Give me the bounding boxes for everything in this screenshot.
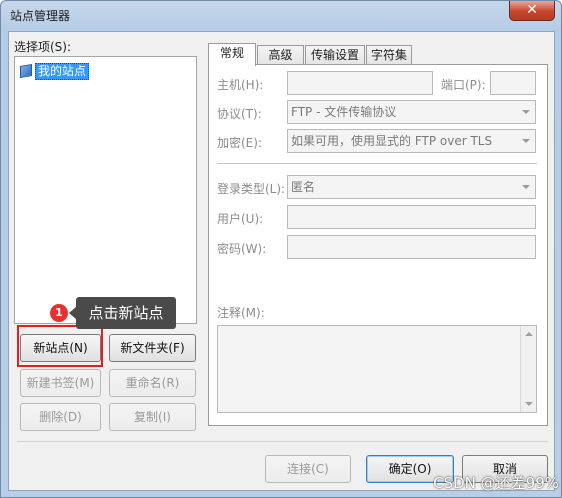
copy-button[interactable]: 复制(I)	[109, 403, 196, 431]
tree-item-label: 我的站点	[35, 62, 90, 80]
logon-type-label: 登录类型(L):	[217, 182, 286, 196]
password-label: 密码(W):	[217, 242, 267, 256]
scroll-down-icon[interactable]	[525, 402, 533, 406]
tab-transfer-settings[interactable]: 传输设置	[305, 45, 365, 65]
host-input[interactable]	[287, 71, 433, 95]
comment-textarea[interactable]	[217, 325, 537, 413]
footer-divider	[17, 441, 548, 442]
delete-button[interactable]: 删除(D)	[20, 403, 101, 431]
host-label: 主机(H):	[217, 78, 264, 92]
logon-type-select[interactable]: 匿名	[287, 175, 536, 199]
chevron-down-icon	[522, 185, 530, 189]
site-tree[interactable]: 我的站点	[14, 56, 197, 324]
close-button[interactable]: ✕	[509, 1, 555, 21]
comment-scrollbar[interactable]	[520, 326, 536, 412]
chevron-down-icon	[522, 139, 530, 143]
tab-general[interactable]: 常规	[208, 43, 256, 66]
protocol-select[interactable]: FTP - 文件传输协议	[287, 100, 536, 124]
section-divider	[217, 163, 537, 164]
port-input[interactable]	[490, 71, 536, 95]
rename-button[interactable]: 重命名(R)	[109, 369, 196, 397]
title-bar[interactable]: 站点管理器 ✕	[1, 1, 561, 31]
new-folder-button[interactable]: 新文件夹(F)	[109, 334, 196, 362]
user-input[interactable]	[287, 205, 536, 229]
watermark: CSDN @还差99%	[433, 474, 559, 492]
encryption-select[interactable]: 如果可用，使用显式的 FTP over TLS	[287, 129, 536, 153]
tab-advanced[interactable]: 高级	[257, 45, 304, 65]
tree-item-my-sites[interactable]: 我的站点	[20, 62, 90, 80]
new-site-highlight-box	[17, 325, 103, 367]
window-title: 站点管理器	[10, 9, 71, 23]
step-badge: 1	[50, 304, 68, 322]
protocol-value: FTP - 文件传输协议	[291, 105, 397, 119]
scroll-up-icon[interactable]	[525, 332, 533, 336]
general-tab-panel: 主机(H): 端口(P): 协议(T): FTP - 文件传输协议 加密(E):…	[208, 64, 548, 426]
site-manager-window: 站点管理器 ✕ 选择项(S): 我的站点 新站点(N) 新文件夹(F) 新建书签…	[0, 0, 562, 498]
password-input[interactable]	[287, 235, 536, 259]
encryption-value: 如果可用，使用显式的 FTP over TLS	[291, 134, 493, 148]
encryption-label: 加密(E):	[217, 136, 262, 150]
protocol-label: 协议(T):	[217, 107, 262, 121]
dialog-body: 选择项(S): 我的站点 新站点(N) 新文件夹(F) 新建书签(M) 重命名(…	[8, 31, 555, 491]
connect-button[interactable]: 连接(C)	[265, 455, 351, 483]
logon-type-value: 匿名	[291, 180, 316, 194]
annotation-callout: 点击新站点	[69, 297, 176, 329]
port-label: 端口(P):	[441, 78, 486, 92]
user-label: 用户(U):	[217, 212, 264, 226]
new-bookmark-button[interactable]: 新建书签(M)	[20, 369, 101, 397]
comment-label: 注释(M):	[217, 306, 265, 320]
chevron-down-icon	[522, 110, 530, 114]
tab-charset[interactable]: 字符集	[366, 45, 412, 65]
close-icon: ✕	[526, 2, 538, 18]
folder-sites-icon	[20, 63, 32, 79]
select-entry-label: 选择项(S):	[14, 40, 72, 54]
